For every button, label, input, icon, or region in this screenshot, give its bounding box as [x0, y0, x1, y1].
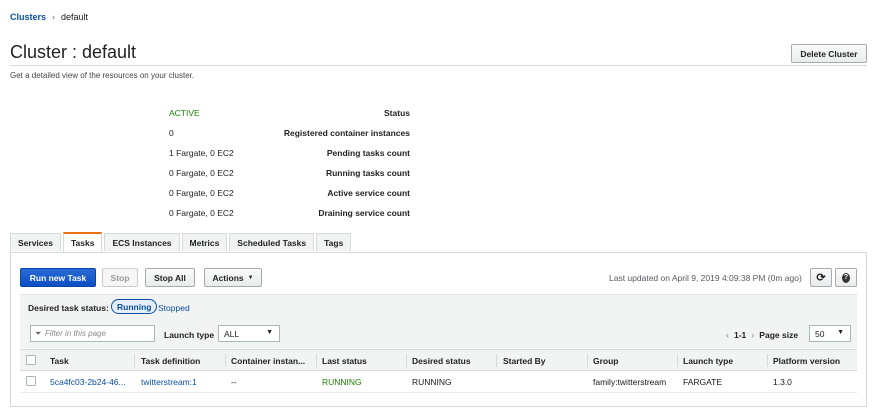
next-page-icon[interactable]: ›: [751, 330, 754, 340]
tab-services[interactable]: Services: [10, 233, 61, 251]
col-task[interactable]: Task: [50, 350, 138, 371]
task-id-link[interactable]: 5ca4fc03-2b24-46...: [50, 371, 134, 392]
detail-row-running-tasks: Running tasks count 0 Fargate, 0 EC2: [10, 168, 410, 182]
breadcrumb: Clusters › default: [10, 12, 88, 22]
tab-scheduled-tasks[interactable]: Scheduled Tasks: [229, 233, 315, 251]
actions-label: Actions: [212, 272, 244, 283]
caret-down-icon: ▼: [247, 274, 254, 281]
tab-tags[interactable]: Tags: [316, 233, 352, 251]
caret-down-icon: ▼: [837, 329, 844, 336]
detail-value: 0 Fargate, 0 EC2: [169, 168, 234, 178]
task-definition-link[interactable]: twitterstream:1: [141, 371, 225, 392]
detail-value: 1 Fargate, 0 EC2: [169, 148, 234, 158]
page-subtitle: Get a detailed view of the resources on …: [10, 71, 195, 80]
status-stopped-link[interactable]: Stopped: [158, 303, 190, 313]
col-last-status[interactable]: Last status: [322, 350, 406, 371]
row-checkbox[interactable]: [26, 376, 36, 386]
prev-page-icon[interactable]: ‹: [726, 330, 729, 340]
chevron-right-icon: ›: [52, 12, 56, 22]
group-cell: family:twitterstream: [593, 376, 667, 387]
pager: ‹ 1-1 › Page size: [726, 330, 798, 340]
column-divider: [225, 354, 226, 367]
detail-label: Pending tasks count: [326, 148, 410, 158]
run-new-task-button[interactable]: Run new Task: [20, 268, 96, 287]
filter-icon: ⏷: [35, 329, 42, 338]
platform-version-cell: 1.3.0: [773, 376, 792, 387]
help-icon: ?: [842, 272, 850, 283]
column-divider: [316, 354, 317, 367]
tab-metrics[interactable]: Metrics: [181, 233, 228, 251]
col-launch-type[interactable]: Launch type: [683, 350, 767, 371]
column-divider: [587, 354, 588, 367]
started-by-cell: [503, 371, 587, 392]
col-desired-status[interactable]: Desired status: [412, 350, 496, 371]
col-group[interactable]: Group: [593, 350, 677, 371]
status-value: ACTIVE: [169, 108, 200, 118]
stop-button[interactable]: Stop: [102, 268, 138, 287]
page-size-select[interactable]: 50 ▼: [809, 325, 851, 342]
detail-row-status: Status ACTIVE: [10, 108, 410, 122]
page-title: Cluster : default: [10, 42, 137, 62]
status-running-pill[interactable]: Running: [111, 299, 158, 314]
launch-type-select[interactable]: ALL ▼: [218, 325, 280, 342]
launch-type-value: ALL: [224, 328, 240, 339]
delete-cluster-button[interactable]: Delete Cluster: [791, 44, 867, 63]
tab-tasks[interactable]: Tasks: [62, 232, 103, 252]
breadcrumb-clusters-link[interactable]: Clusters: [10, 12, 46, 22]
tab-ecs-instances[interactable]: ECS Instances: [104, 233, 180, 251]
desired-status-bar: Desired task status: Running Stopped: [20, 294, 857, 320]
detail-label: Active service count: [327, 188, 410, 198]
select-all-checkbox[interactable]: [26, 355, 36, 365]
detail-value: 0 Fargate, 0 EC2: [169, 208, 234, 218]
filter-input[interactable]: ⏷ Filter in this page: [30, 325, 155, 342]
column-divider: [406, 354, 407, 367]
filter-row: ⏷ Filter in this page Launch type ALL ▼ …: [20, 320, 857, 348]
detail-value: 0 Fargate, 0 EC2: [169, 188, 234, 198]
refresh-icon: ⟳: [816, 272, 826, 284]
detail-label: Draining service count: [318, 208, 410, 218]
detail-row-registered-instances: Registered container instances 0: [10, 128, 410, 142]
table-header: Task Task definition Container instan...…: [20, 349, 857, 371]
page-range: 1-1: [734, 330, 747, 340]
detail-row-active-services: Active service count 0 Fargate, 0 EC2: [10, 188, 410, 202]
panel-bottom-rule: [10, 406, 867, 407]
detail-label: Registered container instances: [283, 128, 410, 138]
desired-status-cell: RUNNING: [412, 376, 452, 387]
help-button[interactable]: ?: [835, 268, 857, 287]
detail-row-draining-services: Draining service count 0 Fargate, 0 EC2: [10, 208, 410, 222]
page-size-label: Page size: [759, 330, 799, 340]
last-updated-text: Last updated on April 9, 2019 4:09:38 PM…: [609, 273, 802, 283]
detail-label: Status: [384, 108, 410, 118]
detail-label: Running tasks count: [325, 168, 410, 178]
col-container-instance[interactable]: Container instan...: [231, 350, 316, 371]
launch-type-cell: FARGATE: [683, 376, 723, 387]
table-row[interactable]: 5ca4fc03-2b24-46... twitterstream:1 -- R…: [20, 371, 857, 393]
caret-down-icon: ▼: [266, 329, 273, 336]
detail-row-pending-tasks: Pending tasks count 1 Fargate, 0 EC2: [10, 148, 410, 162]
title-divider: [10, 65, 867, 66]
detail-value: 0: [169, 128, 174, 138]
col-task-definition[interactable]: Task definition: [141, 350, 225, 371]
actions-dropdown-button[interactable]: Actions ▼: [204, 268, 262, 287]
last-status-cell: RUNNING: [322, 376, 362, 387]
filter-placeholder: Filter in this page: [45, 329, 106, 338]
page-size-value: 50: [815, 328, 825, 339]
col-started-by[interactable]: Started By: [503, 350, 587, 371]
desired-status-label: Desired task status:: [28, 303, 109, 313]
stop-all-button[interactable]: Stop All: [145, 268, 195, 287]
column-divider: [496, 354, 497, 367]
col-platform-version[interactable]: Platform version: [773, 350, 857, 371]
breadcrumb-current: default: [61, 12, 89, 22]
column-divider: [767, 354, 768, 367]
launch-type-label: Launch type: [164, 330, 215, 340]
tab-bar: Services Tasks ECS Instances Metrics Sch…: [10, 232, 353, 252]
column-divider: [677, 354, 678, 367]
refresh-button[interactable]: ⟳: [810, 268, 832, 287]
container-instance-cell: --: [231, 376, 237, 387]
column-divider: [134, 354, 135, 367]
